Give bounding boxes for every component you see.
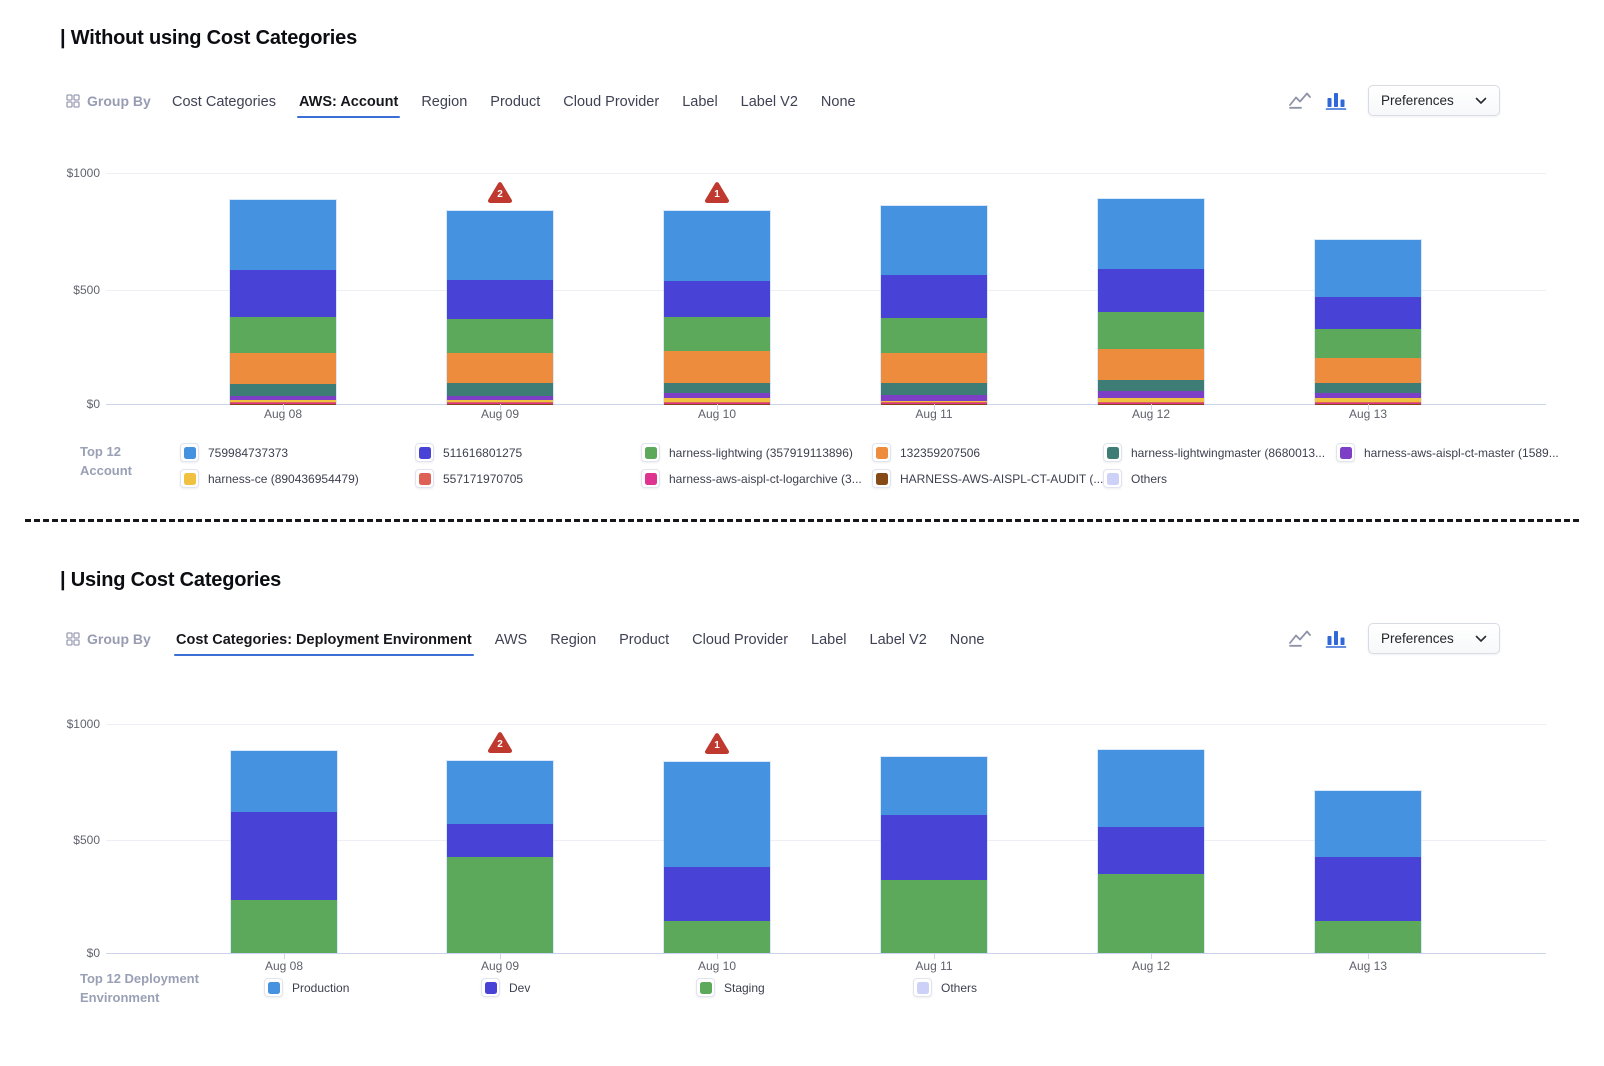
bar-segment-staging [664, 921, 770, 952]
x-axis-label: Aug 08 [239, 959, 329, 973]
bar-segment-staging [447, 857, 553, 953]
anomaly-warning-badge[interactable]: 1 [704, 732, 730, 755]
legend-item-others[interactable]: Others [913, 978, 977, 997]
bar-segment-staging [231, 900, 337, 953]
legend-swatch [913, 978, 932, 997]
bar-segment-dev [881, 815, 987, 880]
stacked-bar-chart-deployment-environment: Aug 08 Aug 09 Aug 10 Aug 11 Aug 12 Aug 13 2 1 [0, 0, 1604, 1066]
bar-segment-production [1098, 750, 1204, 827]
legend-swatch [264, 978, 283, 997]
bar-segment-dev [231, 812, 337, 900]
legend-item-dev[interactable]: Dev [481, 978, 530, 997]
bar-segment-dev [447, 824, 553, 857]
bar-segment-dev [1315, 857, 1421, 921]
legend-item-label: Others [941, 981, 977, 995]
x-axis-line [106, 953, 1546, 954]
bar-aug-11[interactable] [881, 757, 987, 953]
bar-segment-production [447, 761, 553, 824]
bar-aug-10[interactable] [664, 762, 770, 953]
legend-item-label: Dev [509, 981, 530, 995]
bar-aug-12[interactable] [1098, 750, 1204, 953]
legend-title: Top 12 Deployment Environment [80, 969, 199, 1007]
legend-item-label: Staging [724, 981, 765, 995]
legend-item-staging[interactable]: Staging [696, 978, 765, 997]
bar-aug-09[interactable] [447, 761, 553, 953]
bar-segment-staging [881, 880, 987, 952]
x-axis-label: Aug 12 [1106, 959, 1196, 973]
legend-item-label: Production [292, 981, 349, 995]
bar-aug-13[interactable] [1315, 791, 1421, 953]
bar-aug-08[interactable] [231, 751, 337, 953]
bar-segment-dev [664, 867, 770, 921]
x-axis-label: Aug 09 [455, 959, 545, 973]
legend-swatch [696, 978, 715, 997]
x-axis-label: Aug 13 [1323, 959, 1413, 973]
ccm-perspective-comparison: | Without using Cost Categories Group By… [0, 0, 1604, 1066]
x-axis-label: Aug 11 [889, 959, 979, 973]
bar-segment-staging [1315, 921, 1421, 953]
bar-segment-production [1315, 791, 1421, 858]
bar-segment-production [664, 762, 770, 867]
gridline [106, 724, 1546, 725]
legend-item-production[interactable]: Production [264, 978, 349, 997]
bar-segment-production [231, 751, 337, 812]
bar-segment-dev [1098, 827, 1204, 875]
anomaly-warning-badge[interactable]: 2 [487, 731, 513, 754]
bar-segment-staging [1098, 874, 1204, 952]
bar-segment-production [881, 757, 987, 816]
x-axis-label: Aug 10 [672, 959, 762, 973]
legend-swatch [481, 978, 500, 997]
